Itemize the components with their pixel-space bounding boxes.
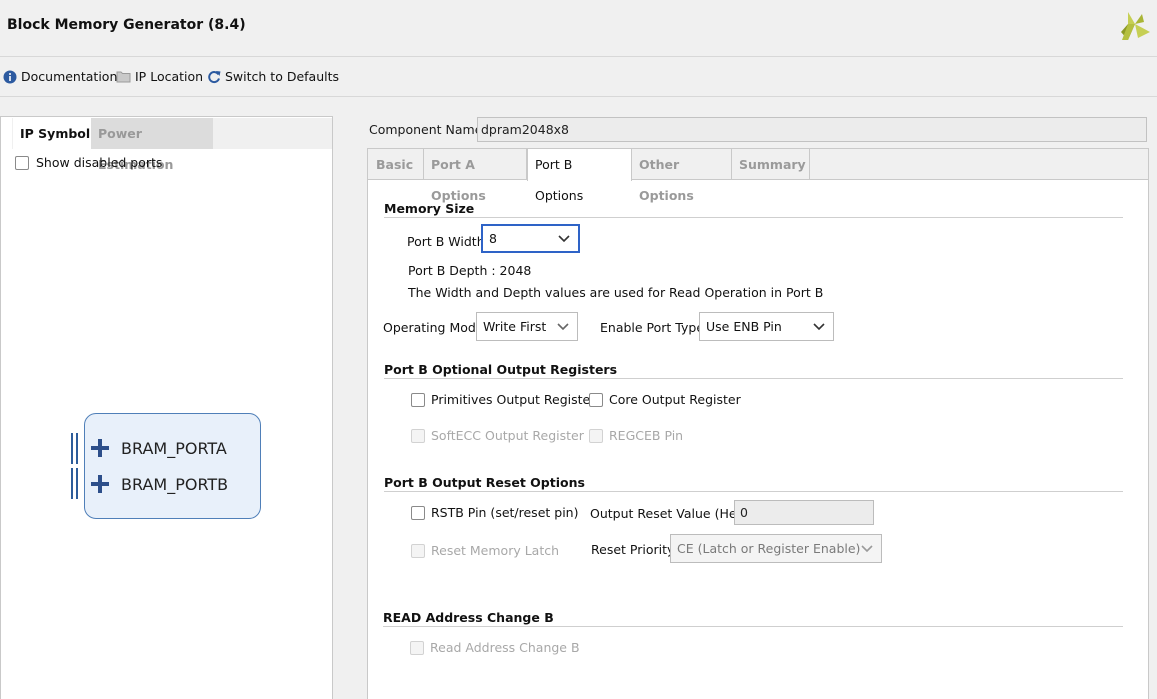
tab-port-b-options[interactable]: Port B Options [527, 149, 632, 203]
tab-power-estimation[interactable]: Power Estimation [91, 118, 213, 172]
chevron-down-icon [558, 234, 570, 242]
reset-priority-label: Reset Priority [591, 542, 675, 557]
output-registers-heading: Port B Optional Output Registers [384, 362, 618, 377]
rstb-pin-label: RSTB Pin (set/reset pin) [431, 505, 579, 520]
core-output-register-label: Core Output Register [609, 392, 741, 407]
read-address-change-label: Read Address Change B [430, 640, 580, 655]
tab-ip-symbol[interactable]: IP Symbol [13, 118, 98, 149]
chevron-down-icon [861, 544, 873, 552]
ip-symbol-panel [0, 116, 333, 699]
regceb-pin-row: REGCEB Pin [589, 428, 683, 443]
port-b-width-value: 8 [489, 231, 497, 246]
reset-options-heading: Port B Output Reset Options [384, 475, 585, 490]
port-label-bram-portb: BRAM_PORTB [121, 475, 229, 494]
rstb-pin-row: RSTB Pin (set/reset pin) [411, 505, 578, 520]
enable-port-type-value: Use ENB Pin [706, 319, 782, 334]
primitives-output-register-checkbox[interactable] [411, 392, 425, 407]
tab-basic[interactable]: Basic [369, 149, 424, 180]
operating-mode-value: Write First [483, 319, 547, 334]
reset-memory-latch-row: Reset Memory Latch [411, 543, 559, 558]
port-b-width-select[interactable]: 8 [481, 224, 580, 253]
documentation-label: Documentation [21, 69, 118, 84]
port-b-depth-text: Port B Depth : 2048 [408, 263, 532, 278]
output-reset-value-label: Output Reset Value (Hex) [590, 506, 749, 521]
show-disabled-ports-checkbox[interactable] [15, 155, 29, 170]
rstb-pin-checkbox[interactable] [411, 505, 425, 520]
tab-port-a-options[interactable]: Port A Options [424, 149, 527, 203]
show-disabled-ports-label: Show disabled ports [36, 155, 163, 170]
chevron-down-icon [813, 322, 825, 330]
chevron-down-icon [557, 322, 569, 330]
reset-priority-select[interactable]: CE (Latch or Register Enable) [670, 534, 882, 563]
softecc-output-register-checkbox [411, 428, 425, 443]
portb-bus-icon [71, 468, 78, 499]
show-disabled-ports-row: Show disabled ports [15, 155, 162, 170]
header-divider [0, 56, 1157, 57]
reset-memory-latch-label: Reset Memory Latch [431, 543, 560, 558]
memory-size-heading: Memory Size [384, 201, 475, 216]
output-registers-divider [384, 378, 1123, 379]
width-depth-note: The Width and Depth values are used for … [408, 285, 824, 300]
memory-size-divider [384, 217, 1123, 218]
regceb-pin-checkbox [589, 428, 603, 443]
read-address-change-row: Read Address Change B [410, 640, 580, 655]
enable-port-type-label: Enable Port Type [600, 320, 705, 335]
core-output-register-row: Core Output Register [589, 392, 741, 407]
info-icon [3, 70, 17, 83]
window-title: Block Memory Generator (8.4) [7, 17, 246, 33]
refresh-icon [208, 70, 221, 83]
core-output-register-checkbox[interactable] [589, 392, 603, 407]
component-name-input[interactable]: dpram2048x8 [477, 117, 1147, 142]
read-address-change-heading: READ Address Change B [383, 610, 554, 625]
operating-mode-label: Operating Mode [383, 320, 484, 335]
documentation-button[interactable]: Documentation [3, 69, 117, 84]
switch-to-defaults-button[interactable]: Switch to Defaults [207, 69, 339, 84]
ip-location-button[interactable]: IP Location [116, 69, 203, 84]
reset-options-divider [384, 491, 1123, 492]
output-reset-value-input[interactable]: 0 [734, 500, 874, 525]
regceb-pin-label: REGCEB Pin [609, 428, 684, 443]
switch-to-defaults-label: Switch to Defaults [225, 69, 340, 84]
port-label-bram-porta: BRAM_PORTA [121, 439, 227, 458]
tab-summary[interactable]: Summary [732, 149, 810, 180]
porta-expand-icon[interactable] [90, 438, 110, 458]
operating-mode-select[interactable]: Write First [476, 312, 578, 341]
porta-bus-icon [71, 433, 78, 464]
toolbar-divider [0, 96, 1157, 97]
read-address-change-divider [383, 626, 1123, 627]
folder-icon [116, 71, 131, 83]
primitives-output-register-row: Primitives Output Register [411, 392, 595, 407]
primitives-output-register-label: Primitives Output Register [431, 392, 596, 407]
port-b-width-label: Port B Width [407, 234, 485, 249]
enable-port-type-select[interactable]: Use ENB Pin [699, 312, 834, 341]
reset-memory-latch-checkbox [411, 543, 425, 558]
portb-expand-icon[interactable] [90, 474, 110, 494]
ip-symbol-block [84, 413, 261, 519]
reset-priority-value: CE (Latch or Register Enable) [677, 541, 861, 556]
xilinx-logo-icon [1121, 12, 1150, 40]
tab-other-options[interactable]: Other Options [632, 149, 732, 203]
softecc-output-register-label: SoftECC Output Register [431, 428, 584, 443]
ip-location-label: IP Location [135, 69, 204, 84]
softecc-output-register-row: SoftECC Output Register [411, 428, 584, 443]
read-address-change-checkbox [410, 640, 424, 655]
component-name-label: Component Name [369, 122, 483, 137]
